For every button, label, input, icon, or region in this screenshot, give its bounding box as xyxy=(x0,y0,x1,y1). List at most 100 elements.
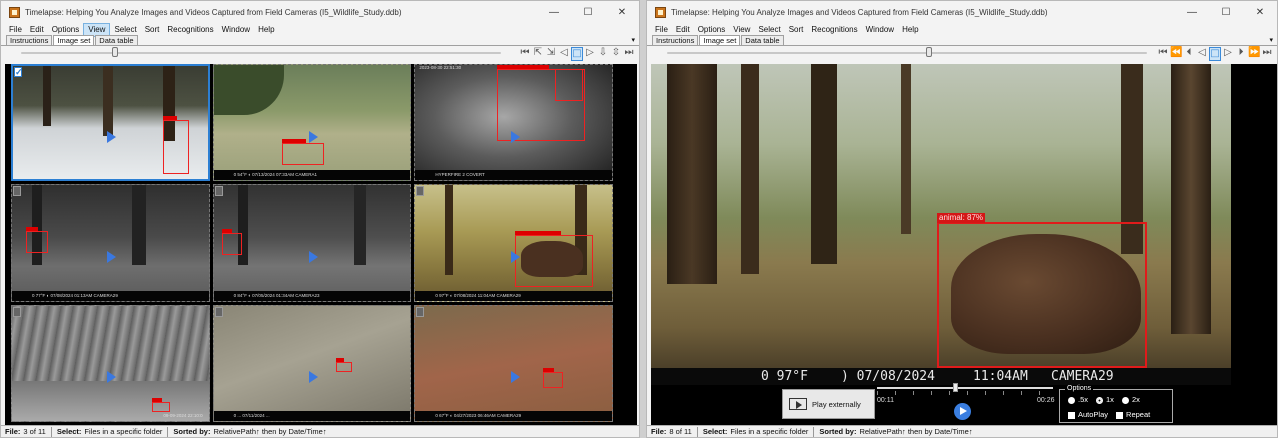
select-checkbox[interactable] xyxy=(13,306,21,317)
menu-sort[interactable]: Sort xyxy=(785,24,808,36)
fast-back-icon[interactable]: ⏪ xyxy=(1170,47,1182,61)
play-video-icon[interactable] xyxy=(308,371,318,384)
back-icon[interactable]: ⏴ xyxy=(1183,47,1195,61)
repeat-checkbox[interactable]: Repeat xyxy=(1116,410,1150,419)
tab-overflow-icon[interactable]: ▾ xyxy=(1269,36,1273,44)
select-value: Files in a specific folder xyxy=(730,427,809,436)
minimize-button[interactable]: — xyxy=(537,7,571,18)
menu-window[interactable]: Window xyxy=(218,24,254,36)
play-video-icon[interactable] xyxy=(107,371,117,384)
video-progress-track[interactable] xyxy=(877,387,1053,389)
previous-file-icon[interactable]: ◁ xyxy=(558,47,570,61)
play-video-icon[interactable] xyxy=(107,130,117,143)
file-slider-track[interactable] xyxy=(21,52,501,54)
file-slider-track[interactable] xyxy=(667,52,1147,54)
last-file-icon[interactable]: ⏭ xyxy=(1261,47,1273,61)
tab-strip: Instructions Image set Data table ▾ xyxy=(647,35,1277,46)
title-bar[interactable]: Timelapse: Helping You Analyze Images an… xyxy=(647,1,1277,23)
file-slider-thumb[interactable] xyxy=(926,47,933,57)
tab-data-table[interactable]: Data table xyxy=(95,35,138,45)
play-video-icon[interactable] xyxy=(107,250,117,263)
zoom-out-grid-icon[interactable]: ⇲ xyxy=(545,47,557,61)
play-video-icon[interactable] xyxy=(308,130,318,143)
title-bar[interactable]: Timelapse: Helping You Analyze Images an… xyxy=(1,1,639,23)
play-pause-button[interactable] xyxy=(954,403,971,420)
last-file-icon[interactable]: ⏭ xyxy=(623,47,635,61)
timelapse-window-left: Timelapse: Helping You Analyze Images an… xyxy=(0,0,640,438)
current-file-icon[interactable]: □ xyxy=(571,47,583,61)
select-value: Files in a specific folder xyxy=(84,427,163,436)
first-file-icon[interactable]: ⏮ xyxy=(1157,47,1169,61)
maximize-button[interactable]: ☐ xyxy=(1209,7,1243,18)
fit-icon[interactable]: ⇳ xyxy=(610,47,622,61)
speed-half-option[interactable]: .5x xyxy=(1068,395,1088,404)
menu-sort[interactable]: Sort xyxy=(141,24,164,36)
menu-help[interactable]: Help xyxy=(898,24,922,36)
current-file-icon[interactable]: □ xyxy=(1209,47,1221,61)
fast-forward-icon[interactable]: ⏩ xyxy=(1248,47,1260,61)
play-video-icon[interactable] xyxy=(510,130,520,143)
thumbnail-cell[interactable]: ✓ xyxy=(11,64,210,182)
autoplay-checkbox[interactable]: AutoPlay xyxy=(1068,410,1108,419)
select-checkbox[interactable] xyxy=(214,186,223,197)
select-checkbox[interactable] xyxy=(13,186,21,197)
caption-camera: CAMERA29 xyxy=(1051,369,1114,384)
tab-data-table[interactable]: Data table xyxy=(741,35,784,45)
menu-view[interactable]: View xyxy=(729,24,754,36)
menu-help[interactable]: Help xyxy=(254,24,278,36)
menu-file[interactable]: File xyxy=(651,24,672,36)
thumbnail-cell[interactable]: 2023-08-30 22:51:30 HYPERFIRE 2 COVERT xyxy=(414,64,613,182)
video-frame[interactable]: animal: 87% 0 97°F ) 07/08/2024 11:04AM … xyxy=(651,64,1231,385)
play-video-icon[interactable] xyxy=(510,371,520,384)
first-file-icon[interactable]: ⏮ xyxy=(519,47,531,61)
zoom-in-grid-icon[interactable]: ⇱ xyxy=(532,47,544,61)
timestamp-caption: 2023-08-30 22:51:30 xyxy=(419,65,462,70)
caption-time: 11:04AM xyxy=(973,369,1028,384)
menu-options[interactable]: Options xyxy=(48,24,84,36)
play-video-icon[interactable] xyxy=(308,250,318,263)
sorted-value: RelativePath↑ then by Date/Time↑ xyxy=(213,427,327,436)
previous-file-icon[interactable]: ◁ xyxy=(1196,47,1208,61)
file-label: File: xyxy=(5,427,21,436)
play-video-icon[interactable] xyxy=(510,250,520,263)
maximize-button[interactable]: ☐ xyxy=(571,7,605,18)
menu-file[interactable]: File xyxy=(5,24,26,36)
menu-edit[interactable]: Edit xyxy=(26,24,48,36)
tab-image-set[interactable]: Image set xyxy=(699,35,741,45)
thumbnail-cell[interactable]: 0 67°F ◐ 04/27/2023 06:46AM CAMERA29 xyxy=(414,304,613,422)
tab-instructions[interactable]: Instructions xyxy=(6,35,53,45)
select-checkbox[interactable] xyxy=(214,306,223,317)
play-externally-button[interactable]: Play externally xyxy=(782,389,875,419)
menu-options[interactable]: Options xyxy=(694,24,730,36)
menu-select[interactable]: Select xyxy=(110,24,140,36)
close-button[interactable]: ✕ xyxy=(605,7,639,18)
select-checkbox[interactable] xyxy=(416,306,425,317)
thumbnail-cell[interactable]: 0 ... 07/11/2024 ... xyxy=(212,304,412,422)
select-checkbox[interactable]: ✓ xyxy=(14,67,23,77)
camera-caption: HYPERFIRE 2 COVERT xyxy=(415,170,612,181)
thumbnail-cell[interactable]: 09-09-2024 22:10:0 xyxy=(11,304,210,422)
forward-icon[interactable]: ⏵ xyxy=(1235,47,1247,61)
menu-recognitions[interactable]: Recognitions xyxy=(163,24,217,36)
download-icon[interactable]: ⇩ xyxy=(597,47,609,61)
playback-options: Options .5x 1x 2x AutoPlay Repeat xyxy=(1059,385,1173,423)
thumbnail-cell[interactable]: 0 54°F ◐ 07/13/2024 07:33AM CAMERA1 xyxy=(212,64,412,182)
menu-select[interactable]: Select xyxy=(754,24,784,36)
menu-edit[interactable]: Edit xyxy=(672,24,694,36)
tab-overflow-icon[interactable]: ▾ xyxy=(631,36,635,44)
speed-2x-option[interactable]: 2x xyxy=(1121,395,1140,404)
file-slider-thumb[interactable] xyxy=(112,47,119,57)
menu-recognitions[interactable]: Recognitions xyxy=(807,24,861,36)
thumbnail-cell[interactable]: 0 97°F ◐ 07/08/2024 11:04AM CAMERA29 xyxy=(414,184,613,302)
select-checkbox[interactable] xyxy=(416,186,425,197)
minimize-button[interactable]: — xyxy=(1175,7,1209,18)
thumbnail-cell[interactable]: 0 84°F ◐ 07/05/2024 01:34AM CAMERA23 xyxy=(212,184,412,302)
next-file-icon[interactable]: ▷ xyxy=(584,47,596,61)
menu-window[interactable]: Window xyxy=(862,24,898,36)
speed-1x-option[interactable]: 1x xyxy=(1096,395,1114,404)
tab-image-set[interactable]: Image set xyxy=(53,35,95,45)
thumbnail-cell[interactable]: 0 77°F ◐ 07/08/2024 01:13AM CAMERA29 xyxy=(11,184,210,302)
next-file-icon[interactable]: ▷ xyxy=(1222,47,1234,61)
tab-instructions[interactable]: Instructions xyxy=(652,35,699,45)
close-button[interactable]: ✕ xyxy=(1243,7,1277,18)
